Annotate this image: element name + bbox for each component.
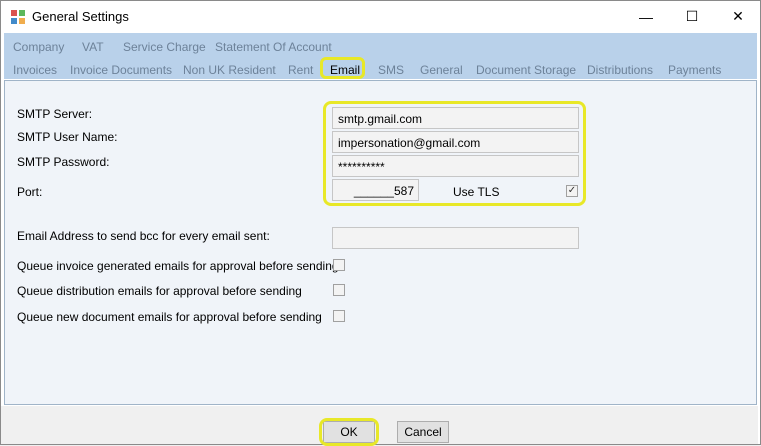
queue-distribution-checkbox[interactable] (333, 284, 345, 296)
close-button[interactable]: ✕ (715, 1, 761, 32)
minimize-button[interactable]: — (623, 1, 669, 32)
queue-document-checkbox[interactable] (333, 310, 345, 322)
queue-document-label: Queue new document emails for approval b… (17, 310, 322, 324)
tab-payments[interactable]: Payments (668, 63, 721, 77)
smtp-user-name-label: SMTP User Name: (17, 130, 118, 144)
maximize-button[interactable]: ☐ (669, 1, 715, 32)
tab-document-storage[interactable]: Document Storage (476, 63, 576, 77)
maximize-icon: ☐ (685, 8, 699, 24)
email-tab-highlight (320, 57, 365, 79)
window-title: General Settings (32, 9, 129, 24)
close-icon: ✕ (732, 8, 744, 24)
app-icon (11, 10, 25, 24)
tab-distributions[interactable]: Distributions (587, 63, 653, 77)
smtp-password-label: SMTP Password: (17, 155, 110, 169)
port-label: Port: (17, 185, 43, 199)
tab-invoice-documents[interactable]: Invoice Documents (70, 63, 172, 77)
tab-statement-of-account[interactable]: Statement Of Account (215, 40, 332, 54)
queue-invoice-checkbox[interactable] (333, 259, 345, 271)
bcc-email-input[interactable] (332, 227, 579, 249)
queue-invoice-label: Queue invoice generated emails for appro… (17, 259, 339, 273)
tab-rent[interactable]: Rent (288, 63, 313, 77)
title-bar: General Settings — ☐ ✕ (1, 1, 760, 32)
tab-sms[interactable]: SMS (378, 63, 404, 77)
dialog-footer (1, 406, 758, 444)
tab-invoices[interactable]: Invoices (13, 63, 57, 77)
ok-button-highlight (319, 418, 379, 446)
tab-company[interactable]: Company (13, 40, 64, 54)
cancel-button[interactable]: Cancel (397, 421, 449, 443)
tab-general[interactable]: General (420, 63, 463, 77)
tab-service-charge[interactable]: Service Charge (123, 40, 206, 54)
smtp-settings-highlight (323, 101, 586, 206)
smtp-server-label: SMTP Server: (17, 107, 93, 121)
bcc-email-label: Email Address to send bcc for every emai… (17, 229, 270, 243)
queue-distribution-label: Queue distribution emails for approval b… (17, 284, 302, 298)
minimize-icon: — (639, 8, 653, 25)
tab-non-uk-resident[interactable]: Non UK Resident (183, 63, 276, 77)
tab-vat[interactable]: VAT (82, 40, 104, 54)
